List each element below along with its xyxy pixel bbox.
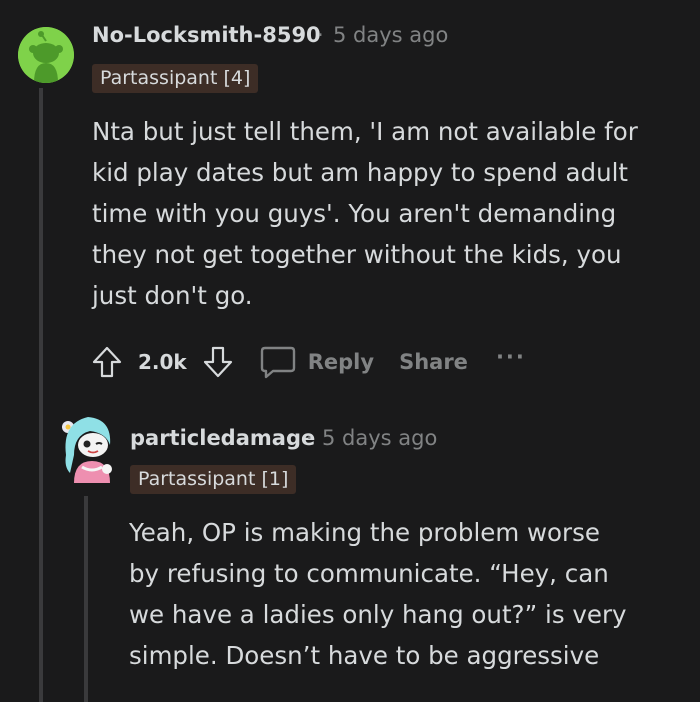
reply-meta-separator: ·: [306, 426, 313, 450]
custom-snoo-avatar-icon: [62, 417, 112, 483]
reply-author[interactable]: particledamage: [130, 426, 315, 450]
thread-line-reply[interactable]: [84, 496, 88, 702]
avatar[interactable]: [18, 27, 74, 83]
downvote-icon[interactable]: [199, 342, 237, 382]
comment-author[interactable]: No-Locksmith-8590: [92, 23, 321, 47]
share-button[interactable]: Share: [399, 350, 468, 374]
snoo-avatar-icon: [18, 27, 74, 83]
reply-button[interactable]: Reply: [259, 344, 374, 380]
comment-timestamp[interactable]: 5 days ago: [333, 23, 448, 47]
comment-bubble-icon: [260, 346, 295, 379]
upvote-icon[interactable]: [88, 342, 126, 382]
reply-timestamp[interactable]: 5 days ago: [322, 426, 437, 450]
reply-body: Yeah, OP is making the problem worse by …: [129, 518, 627, 670]
reply-label: Reply: [307, 350, 375, 374]
meta-separator: ·: [317, 23, 324, 47]
comment-action-bar: 2.0k Reply Share ···: [88, 340, 526, 384]
reply-user-flair: Partassipant [1]: [130, 465, 297, 494]
thread-line-main[interactable]: [39, 88, 43, 702]
reply-avatar[interactable]: [60, 411, 116, 483]
more-options-button[interactable]: ···: [496, 345, 526, 369]
user-flair: Partassipant [4]: [92, 64, 259, 93]
comment-body: Nta but just tell them, 'I am not availa…: [92, 117, 638, 310]
vote-score: 2.0k: [138, 350, 187, 374]
